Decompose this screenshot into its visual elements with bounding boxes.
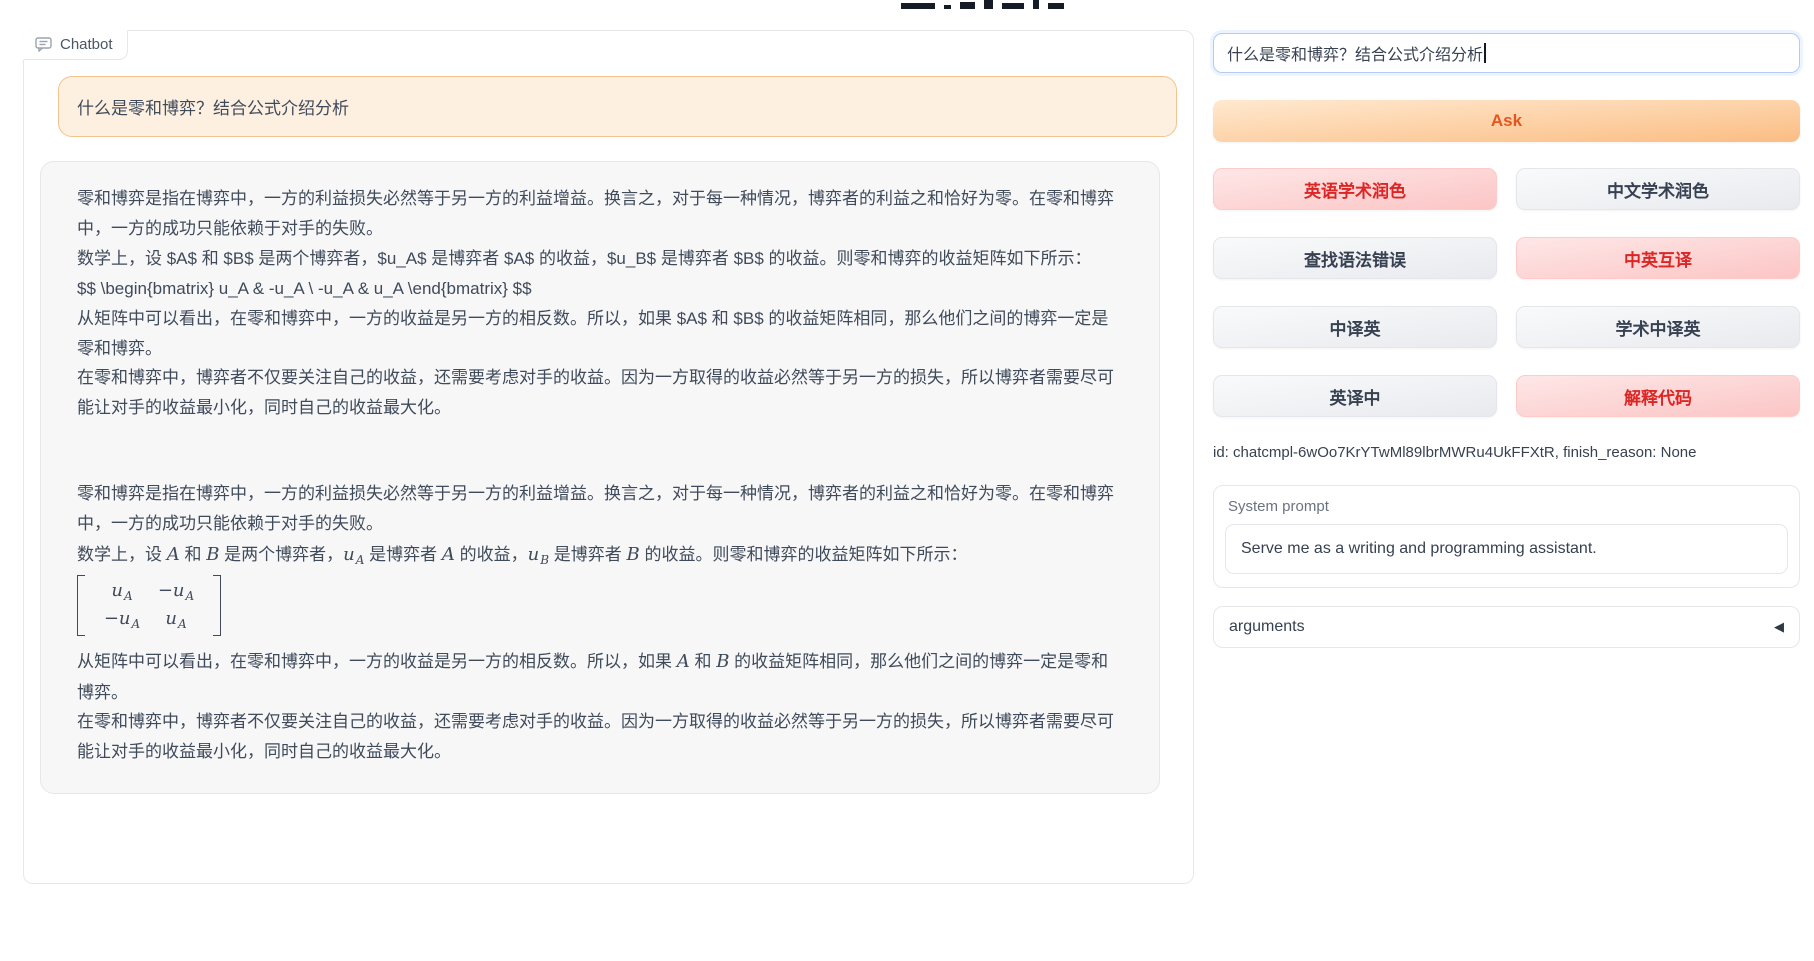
user-message-bubble: 什么是零和博弈？结合公式介绍分析 — [58, 76, 1177, 137]
matrix-cell: uA — [149, 606, 203, 633]
bot-raw-paragraph-1: 零和博弈是指在博弈中，一方的利益损失必然等于另一方的利益增益。换言之，对于每一种… — [77, 184, 1123, 244]
clipped-heading-fragment — [901, 0, 1064, 9]
user-message-text: 什么是零和博弈？结合公式介绍分析 — [77, 99, 349, 118]
bot-rendered-paragraph-2: 数学上，设 A 和 B 是两个博弈者，uA 是博弈者 A 的收益，uB 是博弈者… — [77, 539, 1123, 571]
bot-raw-paragraph-2: 数学上，设 $A$ 和 $B$ 是两个博弈者，$u_A$ 是博弈者 $A$ 的收… — [77, 244, 1123, 274]
quick-button-英语学术润色[interactable]: 英语学术润色 — [1213, 168, 1497, 210]
accordion-label: arguments — [1229, 618, 1305, 636]
collapse-triangle-icon[interactable]: ◀ — [1774, 619, 1784, 635]
quick-button-英译中[interactable]: 英译中 — [1213, 375, 1497, 417]
message-list: 什么是零和博弈？结合公式介绍分析 零和博弈是指在博弈中，一方的利益损失必然等于另… — [40, 76, 1177, 794]
question-input[interactable]: 什么是零和博弈？结合公式介绍分析 — [1213, 33, 1800, 73]
matrix-cell: −uA — [95, 606, 149, 633]
chatbot-panel-label: Chatbot — [23, 30, 128, 60]
matrix-left-bracket — [77, 575, 85, 636]
bot-raw-paragraph-4: 在零和博弈中，博弈者不仅要关注自己的收益，还需要考虑对手的收益。因为一方取得的收… — [77, 363, 1123, 423]
quick-button-解释代码[interactable]: 解释代码 — [1516, 375, 1800, 417]
question-input-value: 什么是零和博弈？结合公式介绍分析 — [1227, 41, 1483, 65]
bot-rendered-paragraph-3: 从矩阵中可以看出，在零和博弈中，一方的收益是另一方的相反数。所以，如果 A 和 … — [77, 646, 1123, 708]
system-prompt-value: Serve me as a writing and programming as… — [1241, 540, 1597, 558]
matrix-cell: uA — [95, 578, 149, 605]
system-prompt-input[interactable]: Serve me as a writing and programming as… — [1225, 524, 1788, 574]
control-column: 什么是零和博弈？结合公式介绍分析 Ask 英语学术润色中文学术润色查找语法错误中… — [1213, 0, 1800, 648]
quick-button-学术中译英[interactable]: 学术中译英 — [1516, 306, 1800, 348]
quick-button-中译英[interactable]: 中译英 — [1213, 306, 1497, 348]
chatbot-panel: Chatbot 什么是零和博弈？结合公式介绍分析 零和博弈是指在博弈中，一方的利… — [23, 30, 1194, 884]
arguments-accordion-header[interactable]: arguments ◀ — [1213, 606, 1800, 648]
system-prompt-label: System prompt — [1225, 498, 1788, 515]
status-line: id: chatcmpl-6wOo7KrYTwMl89lbrMWRu4UkFFX… — [1213, 444, 1800, 461]
chatbot-label-text: Chatbot — [60, 36, 113, 53]
quick-button-查找语法错误[interactable]: 查找语法错误 — [1213, 237, 1497, 279]
quick-buttons-grid: 英语学术润色中文学术润色查找语法错误中英互译中译英学术中译英英译中解释代码 — [1213, 168, 1800, 417]
matrix-cell: −uA — [149, 578, 203, 605]
bot-message-bubble: 零和博弈是指在博弈中，一方的利益损失必然等于另一方的利益增益。换言之，对于每一种… — [40, 161, 1160, 794]
message-section-gap — [77, 423, 1123, 479]
bot-rendered-paragraph-1: 零和博弈是指在博弈中，一方的利益损失必然等于另一方的利益增益。换言之，对于每一种… — [77, 479, 1123, 539]
quick-button-中英互译[interactable]: 中英互译 — [1516, 237, 1800, 279]
bot-raw-formula: $$ \begin{bmatrix} u_A & -u_A \ -u_A & u… — [77, 274, 1123, 304]
chat-bubble-icon — [35, 37, 52, 52]
system-prompt-card: System prompt Serve me as a writing and … — [1213, 485, 1800, 588]
quick-button-中文学术润色[interactable]: 中文学术润色 — [1516, 168, 1800, 210]
text-caret — [1484, 43, 1486, 63]
bot-rendered-paragraph-4: 在零和博弈中，博弈者不仅要关注自己的收益，还需要考虑对手的收益。因为一方取得的收… — [77, 707, 1123, 767]
ask-button[interactable]: Ask — [1213, 100, 1800, 142]
bot-rendered-matrix: uA−uA−uAuA — [77, 571, 1123, 646]
matrix-right-bracket — [213, 575, 221, 636]
bot-raw-paragraph-3: 从矩阵中可以看出，在零和博弈中，一方的收益是另一方的相反数。所以，如果 $A$ … — [77, 304, 1123, 364]
